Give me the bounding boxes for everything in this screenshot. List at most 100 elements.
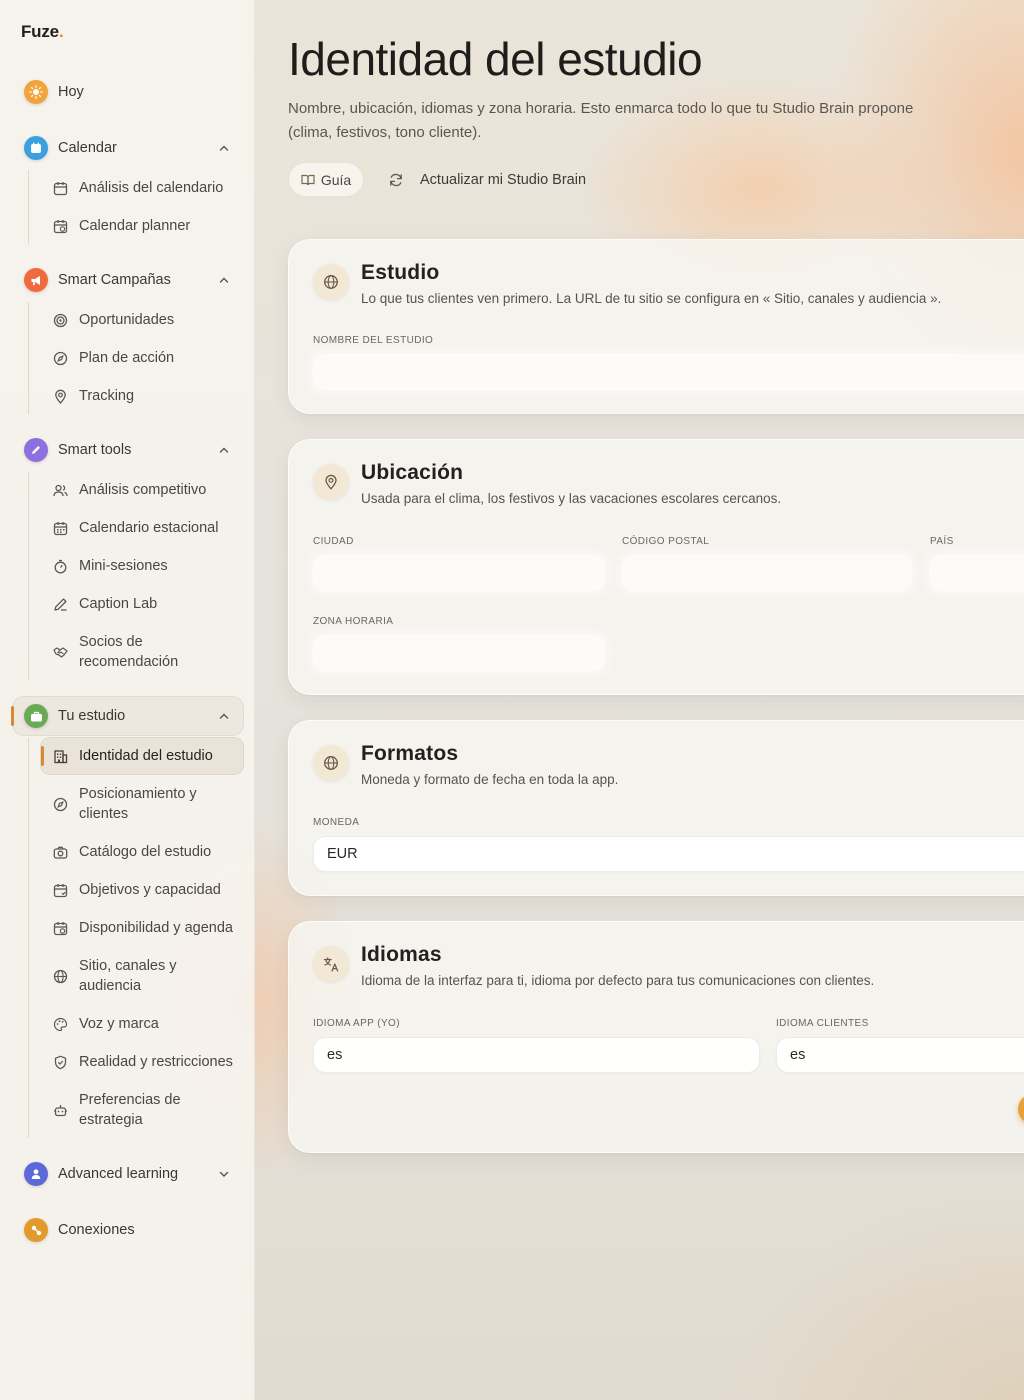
card-title: Formatos <box>361 742 459 765</box>
globe-icon <box>313 264 349 300</box>
postal-code-label: Código postal <box>622 536 710 547</box>
compass-icon <box>52 350 68 366</box>
postal-code-input[interactable] <box>622 555 912 591</box>
chevron-up-icon[interactable] <box>216 272 232 288</box>
sidebar-item-calendar[interactable]: Calendar <box>12 128 244 168</box>
card-ubicacion: Ubicación Usada para el clima, los festi… <box>288 439 1024 695</box>
label-line: Sitio, canales y <box>79 958 177 974</box>
book-icon <box>301 173 315 187</box>
guide-button[interactable]: Guía <box>288 162 364 197</box>
sidebar-item-calendario-estacional[interactable]: Calendario estacional <box>40 509 244 547</box>
refresh-icon <box>388 172 404 188</box>
client-language-select[interactable]: es <box>776 1037 1024 1073</box>
target-icon <box>52 312 68 328</box>
card-title: Idiomas <box>361 943 442 966</box>
subtitle-line: Nombre, ubicación, idiomas y zona horari… <box>288 100 914 117</box>
sidebar-item-tracking[interactable]: Tracking <box>40 377 244 415</box>
globe-icon <box>52 968 68 984</box>
briefcase-icon <box>24 704 48 728</box>
sidebar-item-tu-estudio[interactable]: Tu estudio <box>11 696 244 736</box>
currency-select[interactable]: EUR <box>313 836 1024 872</box>
city-label: Ciudad <box>313 536 354 547</box>
sidebar-item-socios-recomendacion[interactable]: Socios de recomendación <box>40 627 244 677</box>
calendar-icon <box>24 136 48 160</box>
tree-line <box>28 738 29 1138</box>
brand-logo[interactable]: Fuze. <box>21 22 64 42</box>
label-line: estrategia <box>79 1112 143 1128</box>
card-description: Idioma de la interfaz para ti, idioma po… <box>361 973 875 988</box>
studio-name-input[interactable] <box>313 354 1024 390</box>
sidebar-item-smart-tools[interactable]: Smart tools <box>12 430 244 470</box>
chevron-up-icon[interactable] <box>216 140 232 156</box>
pen-icon <box>24 438 48 462</box>
sidebar-item-preferencias[interactable]: Preferencias de estrategia <box>40 1085 244 1135</box>
card-estudio: Estudio Lo que tus clientes ven primero.… <box>288 239 1024 414</box>
page-title: Identidad del estudio <box>288 33 703 85</box>
sidebar-item-hoy[interactable]: Hoy <box>12 72 244 112</box>
sidebar-item-realidad[interactable]: Realidad y restricciones <box>40 1043 244 1081</box>
label-line: recomendación <box>79 654 179 670</box>
tree-line <box>28 472 29 680</box>
currency-label: Moneda <box>313 817 360 828</box>
sidebar-item-calendar-planner[interactable]: Calendar planner <box>40 207 244 245</box>
app-language-label: Idioma app (yo) <box>313 1018 400 1029</box>
compass-icon <box>52 796 68 812</box>
app-language-select[interactable]: es <box>313 1037 760 1073</box>
sidebar-item-posicionamiento[interactable]: Posicionamiento y clientes <box>40 779 244 829</box>
handshake-icon <box>52 644 68 660</box>
sidebar-item-advanced-learning[interactable]: Advanced learning <box>12 1154 244 1194</box>
guide-label: Guía <box>320 171 352 188</box>
label-line: Socios de <box>79 634 143 650</box>
sidebar-item-analisis-calendario[interactable]: Análisis del calendario <box>40 169 244 207</box>
calendar-icon <box>52 180 68 196</box>
robot-icon <box>52 1102 68 1118</box>
country-label: País <box>930 536 954 547</box>
sidebar-item-objetivos[interactable]: Objetivos y capacidad <box>40 871 244 909</box>
sidebar-item-identidad-estudio[interactable]: Identidad del estudio <box>40 737 244 775</box>
city-input[interactable] <box>313 555 605 591</box>
sidebar-item-sitio-canales[interactable]: Sitio, canales y audiencia <box>40 951 244 1001</box>
sidebar-item-disponibilidad[interactable]: Disponibilidad y agenda <box>40 909 244 947</box>
card-title: Estudio <box>361 261 440 284</box>
timezone-select[interactable] <box>313 635 605 671</box>
page-subtitle: Nombre, ubicación, idiomas y zona horari… <box>288 97 948 145</box>
refresh-label: Actualizar mi Studio Brain <box>420 171 587 188</box>
translate-icon <box>313 946 349 982</box>
sidebar-item-oportunidades[interactable]: Oportunidades <box>40 301 244 339</box>
sidebar-item-conexiones[interactable]: Conexiones <box>12 1210 244 1250</box>
card-description: Lo que tus clientes ven primero. La URL … <box>361 291 942 306</box>
sidebar: Fuze. Hoy Calendar Análisis del calendar… <box>0 0 255 1400</box>
palette-icon <box>52 1016 68 1032</box>
studio-name-label: Nombre del estudio <box>313 335 434 346</box>
users-icon <box>52 482 68 498</box>
sidebar-item-mini-sesiones[interactable]: Mini-sesiones <box>40 547 244 585</box>
calendar-grid-icon <box>52 520 68 536</box>
person-icon <box>24 1162 48 1186</box>
sidebar-item-smart-campanas[interactable]: Smart Campañas <box>12 260 244 300</box>
megaphone-icon <box>24 268 48 292</box>
card-description: Usada para el clima, los festivos y las … <box>361 491 782 506</box>
sidebar-item-analisis-competitivo[interactable]: Análisis competitivo <box>40 471 244 509</box>
card-title: Ubicación <box>361 461 464 484</box>
sidebar-item-catalogo[interactable]: Catálogo del estudio <box>40 833 244 871</box>
chevron-up-icon[interactable] <box>216 442 232 458</box>
camera-icon <box>52 844 68 860</box>
card-formatos: Formatos Moneda y formato de fecha en to… <box>288 720 1024 896</box>
timezone-label: Zona horaria <box>313 616 394 627</box>
country-input[interactable] <box>930 555 1024 591</box>
sidebar-item-voz-marca[interactable]: Voz y marca <box>40 1005 244 1043</box>
calendar-clock-icon <box>52 218 68 234</box>
chevron-up-icon[interactable] <box>216 708 232 724</box>
map-pin-icon <box>52 388 68 404</box>
timer-icon <box>52 558 68 574</box>
sidebar-item-caption-lab[interactable]: Caption Lab <box>40 585 244 623</box>
label-line: audiencia <box>79 978 142 994</box>
refresh-studio-brain-button[interactable]: Actualizar mi Studio Brain <box>388 162 586 197</box>
label-line: Preferencias de <box>79 1092 181 1108</box>
building-icon <box>52 748 68 764</box>
link-icon <box>24 1218 48 1242</box>
chevron-down-icon[interactable] <box>216 1166 232 1182</box>
map-pin-icon <box>313 464 349 500</box>
pencil-icon <box>52 596 68 612</box>
sidebar-item-plan-accion[interactable]: Plan de acción <box>40 339 244 377</box>
